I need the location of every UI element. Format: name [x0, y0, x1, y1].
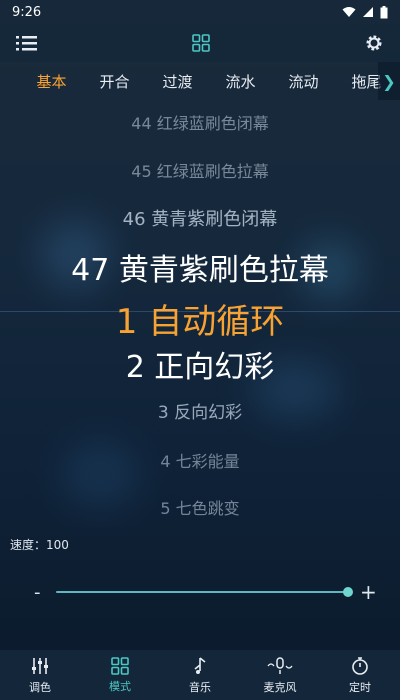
- timer-icon: [352, 656, 368, 675]
- speed-increase-button[interactable]: +: [360, 580, 377, 604]
- tabs-scroll-right-icon[interactable]: ❯: [378, 62, 400, 100]
- tab-open-close[interactable]: 开合: [83, 71, 146, 92]
- nav-item-microphone[interactable]: 麦克风: [240, 650, 320, 700]
- speed-slider[interactable]: [56, 587, 353, 597]
- picker-item[interactable]: 3 反向幻彩: [0, 398, 400, 423]
- grid-icon[interactable]: [192, 34, 210, 52]
- microphone-icon: [267, 656, 293, 674]
- battery-icon: [380, 5, 388, 18]
- nav-item-label: 麦克风: [263, 680, 297, 694]
- speed-slider-thumb[interactable]: [343, 587, 353, 597]
- status-bar: 9:26: [0, 0, 400, 24]
- picker-item[interactable]: 4 七彩能量: [0, 448, 400, 472]
- equalizer-icon: [32, 657, 48, 674]
- nav-item-color[interactable]: 调色: [0, 650, 80, 700]
- nav-item-label: 调色: [29, 680, 51, 694]
- speed-decrease-button[interactable]: -: [34, 582, 41, 603]
- tab-flowing-water[interactable]: 流水: [209, 71, 272, 92]
- nav-item-music[interactable]: 音乐: [160, 650, 240, 700]
- picker-item[interactable]: 44 红绿蓝刷色闭幕: [0, 110, 400, 134]
- picker-item-selected[interactable]: 1 自动循环: [0, 294, 400, 343]
- bottom-nav: 调色 模式 音乐 麦克风 定时: [0, 650, 400, 700]
- nav-item-timer[interactable]: 定时: [320, 650, 400, 700]
- nav-item-mode[interactable]: 模式: [80, 650, 160, 700]
- status-time: 9:26: [12, 4, 42, 20]
- tab-flow[interactable]: 流动: [272, 71, 335, 92]
- picker-item[interactable]: 46 黄青紫刷色闭幕: [0, 205, 400, 231]
- speed-label: 速度：100: [10, 538, 69, 552]
- picker-item[interactable]: 45 红绿蓝刷色拉幕: [0, 158, 400, 182]
- music-note-icon: [194, 656, 206, 674]
- nav-item-label: 音乐: [189, 680, 211, 694]
- nav-item-label: 定时: [349, 680, 371, 694]
- settings-gear-icon[interactable]: [364, 33, 384, 53]
- mode-tabs: 基本 开合 过渡 流水 流动 拖尾: [0, 62, 400, 100]
- top-toolbar: [0, 24, 400, 62]
- picker-item[interactable]: 2 正向幻彩: [0, 342, 400, 386]
- tab-transition[interactable]: 过渡: [146, 71, 209, 92]
- cell-signal-icon: [363, 7, 373, 17]
- wifi-icon: [342, 7, 356, 17]
- tab-basic[interactable]: 基本: [20, 71, 83, 100]
- menu-list-icon[interactable]: [16, 34, 38, 52]
- picker-item[interactable]: 5 七色跳变: [0, 495, 400, 519]
- picker-item[interactable]: 47 黄青紫刷色拉幕: [0, 245, 400, 289]
- grid-icon: [111, 656, 129, 675]
- nav-item-label: 模式: [109, 679, 131, 693]
